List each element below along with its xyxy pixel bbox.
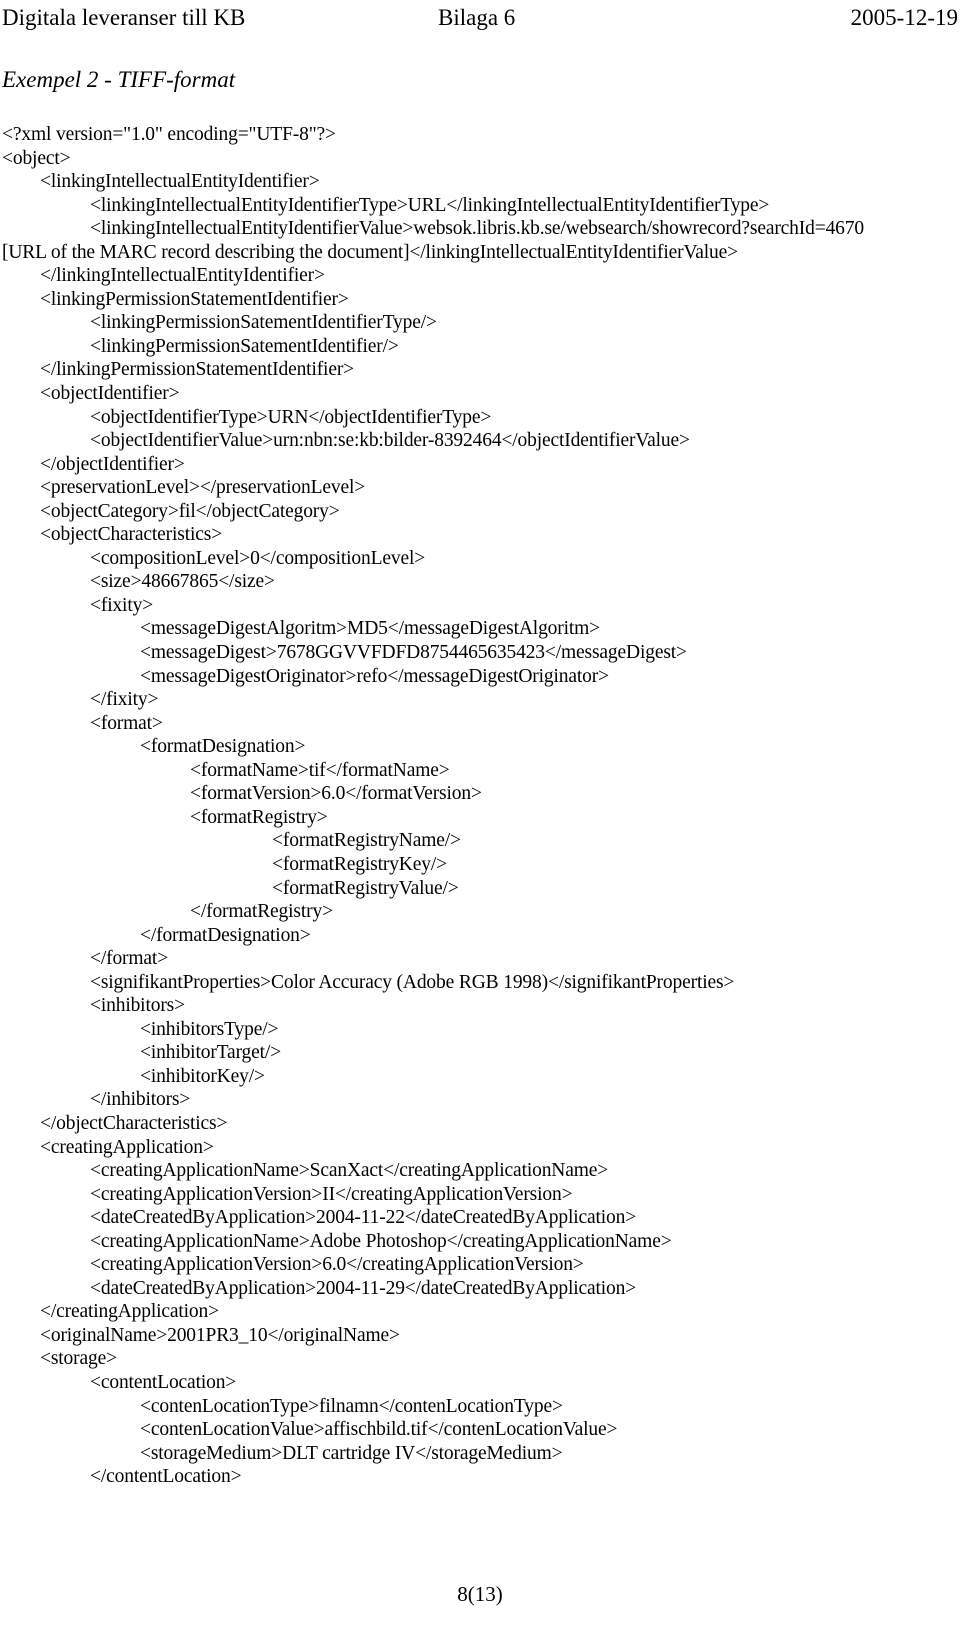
code-line: <inhibitors> — [90, 995, 185, 1017]
code-line: <size>48667865</size> — [90, 571, 275, 593]
code-line: <signifikantProperties>Color Accuracy (A… — [90, 971, 735, 993]
code-line: <contenLocationValue>affischbild.tif</co… — [140, 1419, 618, 1441]
section-heading: Exempel 2 - TIFF-format — [2, 67, 236, 92]
header-document-title: Digitala leveranser till KB — [2, 5, 246, 30]
code-line: <creatingApplicationName>ScanXact</creat… — [90, 1160, 609, 1182]
code-line: <formatRegistry> — [190, 806, 328, 828]
code-line: <?xml version="1.0" encoding="UTF-8"?> — [2, 124, 336, 145]
code-line: <linkingPermissionStatementIdentifier> — [40, 288, 349, 310]
code-line: <formatDesignation> — [140, 736, 306, 758]
code-line: <objectIdentifierValue>urn:nbn:se:kb:bil… — [90, 430, 690, 452]
code-line: <objectIdentifierType>URN</objectIdentif… — [90, 406, 492, 428]
code-line: </inhibitors> — [90, 1089, 191, 1111]
header-date: 2005-12-19 — [850, 5, 958, 30]
code-line: </objectIdentifier> — [40, 453, 185, 475]
document-page: Digitala leveranser till KB Bilaga 6 200… — [0, 0, 960, 1631]
code-line: <objectCategory>fil</objectCategory> — [40, 500, 340, 522]
code-line: </formatDesignation> — [140, 924, 311, 946]
code-line: <object> — [2, 147, 71, 169]
code-line: <creatingApplicationName>Adobe Photoshop… — [90, 1230, 672, 1252]
code-line: <linkingIntellectualEntityIdentifier> — [40, 171, 320, 193]
code-line: [URL of the MARC record describing the d… — [2, 241, 738, 263]
code-line: <inhibitorTarget/> — [140, 1042, 282, 1064]
code-line: <storageMedium>DLT cartridge IV</storage… — [140, 1442, 563, 1464]
code-line: <messageDigestAlgoritm>MD5</messageDiges… — [140, 618, 601, 640]
code-line: <objectIdentifier> — [40, 383, 180, 405]
code-line: <formatVersion>6.0</formatVersion> — [190, 783, 482, 805]
code-line: <originalName>2001PR3_10</originalName> — [40, 1324, 400, 1346]
code-line: <inhibitorsType/> — [140, 1018, 279, 1040]
code-line: </format> — [90, 948, 169, 970]
code-line: <formatRegistryName/> — [272, 830, 461, 852]
code-line: <contentLocation> — [90, 1371, 237, 1393]
code-line: <linkingIntellectualEntityIdentifierValu… — [90, 218, 864, 240]
code-line: <creatingApplicationVersion>6.0</creatin… — [90, 1254, 584, 1276]
code-line: </linkingIntellectualEntityIdentifier> — [40, 265, 325, 287]
code-line: <formatRegistryValue/> — [272, 877, 459, 899]
page-number: 8(13) — [457, 1582, 503, 1606]
code-line: <messageDigestOriginator>refo</messageDi… — [140, 665, 609, 687]
code-line: <format> — [90, 712, 163, 734]
code-line: </creatingApplication> — [40, 1301, 219, 1323]
running-header: Digitala leveranser till KB Bilaga 6 200… — [0, 4, 960, 34]
code-line: <dateCreatedByApplication>2004-11-22</da… — [90, 1207, 637, 1229]
code-line: <dateCreatedByApplication>2004-11-29</da… — [90, 1277, 637, 1299]
code-line: <preservationLevel></preservationLevel> — [40, 477, 366, 499]
code-line: </contentLocation> — [90, 1466, 242, 1488]
code-line: <objectCharacteristics> — [40, 524, 223, 546]
code-line: <formatRegistryKey/> — [272, 853, 447, 875]
code-line: <linkingPermissionSatementIdentifier/> — [90, 335, 399, 357]
code-line: <creatingApplication> — [40, 1136, 214, 1158]
code-line: <linkingIntellectualEntityIdentifierType… — [90, 194, 770, 216]
code-line: <linkingPermissionSatementIdentifierType… — [90, 312, 437, 334]
code-line: <storage> — [40, 1348, 117, 1370]
code-line: <inhibitorKey/> — [140, 1065, 265, 1087]
code-line: </formatRegistry> — [190, 901, 333, 923]
xml-code-listing: <?xml version="1.0" encoding="UTF-8"?> <o… — [0, 123, 960, 1489]
code-line: <messageDigest>7678GGVVFDFD8754465635423… — [140, 642, 687, 664]
header-appendix-label: Bilaga 6 — [438, 5, 516, 30]
code-line: <contenLocationType>filnamn</contenLocat… — [140, 1395, 563, 1417]
code-line: </fixity> — [90, 689, 159, 711]
code-line: <creatingApplicationVersion>II</creating… — [90, 1183, 573, 1205]
code-line: </objectCharacteristics> — [40, 1112, 228, 1134]
code-line: </linkingPermissionStatementIdentifier> — [40, 359, 355, 381]
code-line: <compositionLevel>0</compositionLevel> — [90, 547, 426, 569]
code-line: <fixity> — [90, 594, 154, 616]
code-line: <formatName>tif</formatName> — [190, 759, 450, 781]
